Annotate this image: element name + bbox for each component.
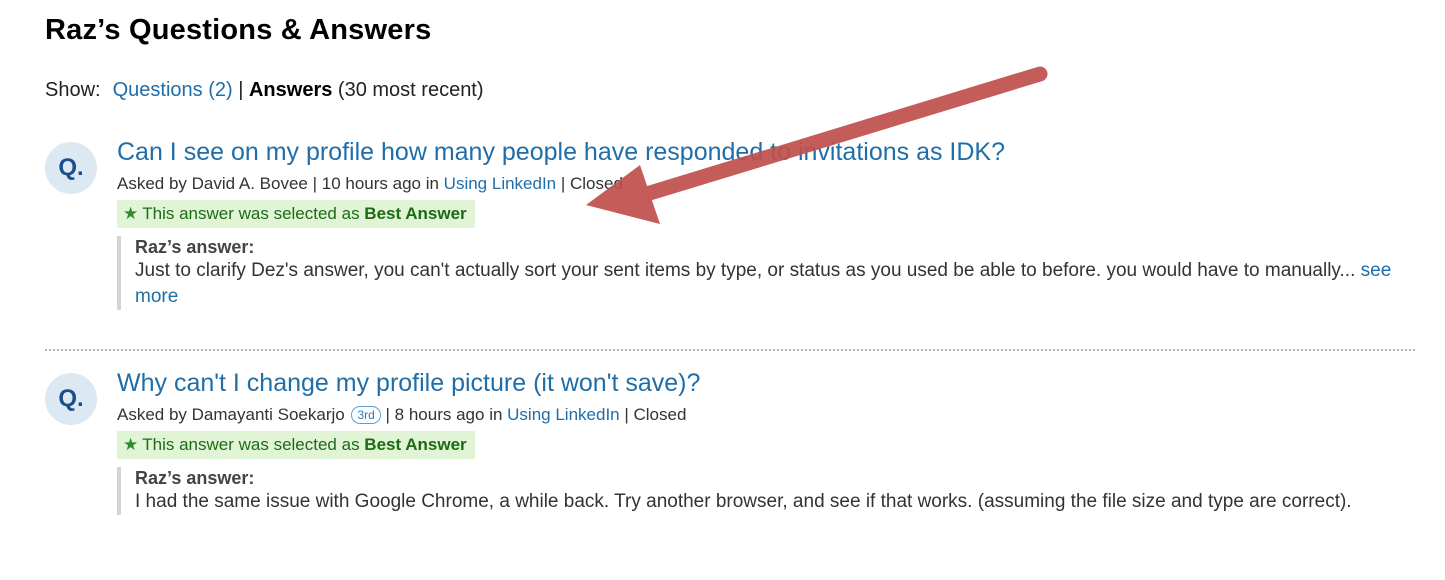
answer-author: Raz’s answer: — [135, 468, 255, 488]
asked-by: Asked by Damayanti Soekarjo — [117, 405, 345, 424]
category-link[interactable]: Using LinkedIn — [507, 405, 619, 424]
filter-bar: Show: Questions (2) | Answers (30 most re… — [45, 79, 484, 102]
show-label: Show: — [45, 79, 101, 101]
answer-block: Raz’s answer: I had the same issue with … — [117, 467, 1435, 515]
question-meta: Asked by David A. Bovee | 10 hours ago i… — [117, 174, 623, 194]
star-icon: ★ — [123, 204, 139, 223]
question-title-link[interactable]: Why can't I change my profile picture (i… — [117, 369, 700, 398]
star-icon: ★ — [123, 435, 139, 454]
answers-note: (30 most recent) — [337, 79, 484, 101]
answer-author: Raz’s answer: — [135, 237, 255, 257]
question-status: | Closed — [556, 174, 623, 193]
filter-separator: | — [238, 79, 244, 101]
answer-text: I had the same issue with Google Chrome,… — [135, 491, 1352, 512]
answer-block: Raz’s answer: Just to clarify Dez's answ… — [117, 236, 1435, 310]
connection-degree-badge: 3rd — [351, 406, 381, 424]
best-answer-prefix: This answer was selected as — [142, 204, 365, 223]
question-badge: Q. — [45, 142, 97, 194]
divider — [45, 349, 1415, 351]
questions-link[interactable]: Questions (2) — [113, 79, 233, 101]
arrow-shaft — [632, 66, 1048, 204]
question-status: | Closed — [619, 405, 687, 424]
best-answer-prefix: This answer was selected as — [142, 435, 365, 454]
best-answer-badge: ★ This answer was selected as Best Answer — [117, 200, 475, 228]
question-meta: Asked by Damayanti Soekarjo 3rd | 8 hour… — [117, 405, 686, 425]
page-title: Raz’s Questions & Answers — [45, 14, 432, 46]
answer-text: Just to clarify Dez's answer, you can't … — [135, 260, 1356, 281]
category-link[interactable]: Using LinkedIn — [444, 174, 556, 193]
best-answer-badge: ★ This answer was selected as Best Answer — [117, 431, 475, 459]
best-answer-label: Best Answer — [364, 204, 467, 223]
best-answer-label: Best Answer — [364, 435, 467, 454]
asked-by: Asked by David A. Bovee | 10 hours ago i… — [117, 174, 444, 193]
question-badge: Q. — [45, 373, 97, 425]
question-title-link[interactable]: Can I see on my profile how many people … — [117, 138, 1005, 167]
asked-when: | 8 hours ago in — [380, 405, 508, 424]
answers-tab: Answers — [248, 79, 333, 101]
